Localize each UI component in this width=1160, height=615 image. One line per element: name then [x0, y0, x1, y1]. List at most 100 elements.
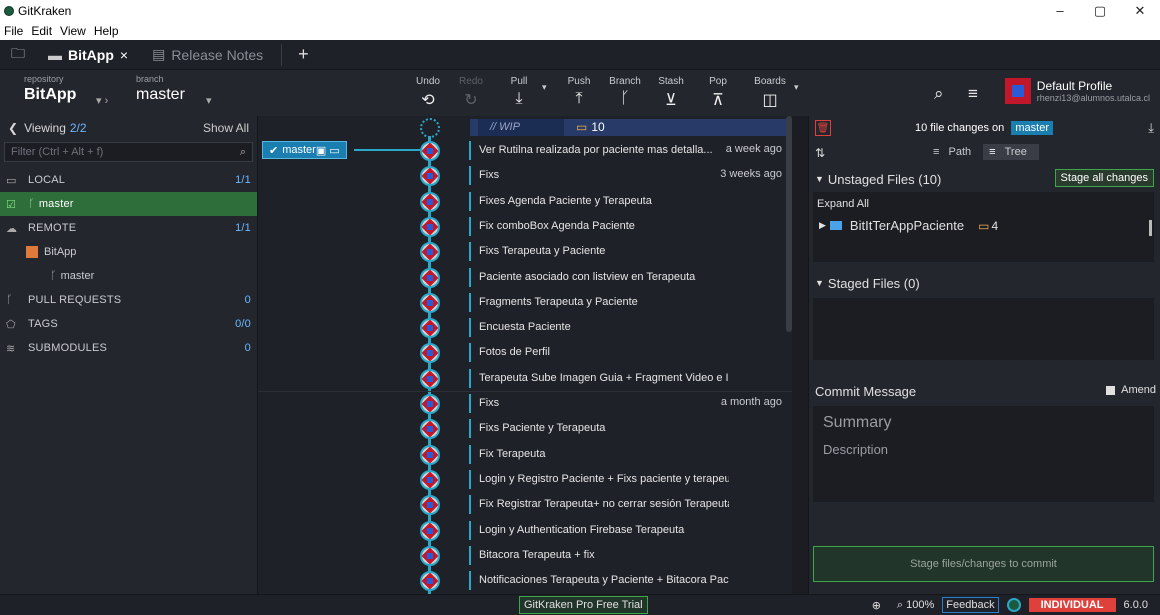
branch-dropdown-icon[interactable]: ▾ [206, 94, 212, 107]
filter-input[interactable]: Filter (Ctrl + Alt + f) ⌕ [4, 142, 253, 162]
add-tab-button[interactable]: + [288, 44, 319, 65]
undo-button[interactable]: Undo ⟲ [408, 76, 448, 110]
branch-icon: ᚴ [620, 90, 630, 107]
branch-glyph-icon: ᚴ [28, 198, 35, 210]
tab-bitapp[interactable]: ▬ BitApp × [36, 40, 140, 70]
viewing-count: 2/2 [69, 121, 87, 135]
boards-button[interactable]: Boards ◫ [750, 76, 790, 110]
branch-selector[interactable]: branch master [136, 74, 185, 104]
section-submodules[interactable]: ≋ SUBMODULES 0 [0, 336, 257, 360]
wip-label: // WIP [490, 121, 520, 133]
folder-name: BitItTerAppPaciente [849, 218, 965, 233]
tab-release-notes[interactable]: ▤ Release Notes [140, 40, 275, 70]
description-input[interactable]: Description [823, 442, 1144, 457]
boards-icon: ◫ [762, 92, 778, 109]
feedback-button[interactable]: Feedback [942, 597, 999, 613]
local-branch-master[interactable]: ☑ ᚴ master [0, 192, 257, 216]
boards-options-icon[interactable]: ▾ [794, 82, 799, 93]
staged-header[interactable]: ▼ Staged Files (0) [809, 270, 1160, 296]
amend-checkbox[interactable]: Amend [1106, 384, 1156, 396]
expand-all-button[interactable]: Expand All [813, 192, 1154, 216]
branch-button[interactable]: Branch ᚴ [605, 76, 645, 108]
wip-message-input[interactable]: // WIP [478, 119, 564, 136]
commit-row[interactable]: Fix Terapeuta [258, 442, 792, 467]
graph-scrollbar[interactable] [786, 116, 792, 332]
search-icon[interactable]: ⌕ [934, 84, 944, 104]
commit-row[interactable]: Fixs a month ago [258, 391, 792, 416]
commit-row[interactable]: ✔ master ▣ ▭ Ver Rutilna realizada por pac… [258, 138, 792, 163]
stage-all-button[interactable]: Stage all changes [1054, 169, 1154, 187]
zoom-indicator[interactable]: ⌕ 100% [897, 599, 934, 612]
repo-dropdown-icon[interactable]: ▾ › [96, 94, 108, 107]
commit-row[interactable]: Login y Authentication Firebase Terapeut… [258, 518, 792, 543]
commit-row[interactable]: Encuesta Paciente [258, 315, 792, 340]
pop-button[interactable]: Pop ⊼ [698, 76, 738, 110]
commit-bar [469, 495, 471, 515]
section-local[interactable]: ▭ LOCAL 1/1 [0, 168, 257, 192]
close-tab-icon[interactable]: × [120, 47, 128, 63]
stash-button[interactable]: Stash ⊻ [651, 76, 691, 110]
viewing-toggle-icon[interactable]: ❮ [8, 121, 18, 135]
commit-row[interactable]: Fixs Terapeuta y Paciente [258, 239, 792, 264]
commit-row[interactable]: Fix Registrar Terapeuta+ no cerrar sesió… [258, 492, 792, 517]
menu-help[interactable]: Help [90, 24, 123, 38]
menu-view[interactable]: View [56, 24, 90, 38]
sort-icon[interactable]: ⇅ [815, 146, 825, 160]
pro-trial-button[interactable]: GitKraken Pro Free Trial [519, 596, 648, 614]
path-view-button[interactable]: ≡ Path [927, 144, 983, 160]
tree-view-button[interactable]: ≡ Tree [983, 144, 1039, 160]
commit-row[interactable]: Fotos de Perfil [258, 340, 792, 365]
section-pull-requests[interactable]: ᚴ PULL REQUESTS 0 [0, 288, 257, 312]
discard-trash-icon[interactable]: 🗑 [815, 120, 831, 136]
hamburger-menu-icon[interactable]: ≡ [968, 84, 978, 104]
unstaged-header[interactable]: ▼ Unstaged Files (10) Stage all changes [809, 166, 1160, 192]
commit-bar [469, 166, 471, 186]
commit-avatar-icon [420, 292, 440, 313]
pull-button[interactable]: Pull ⤓ [499, 76, 539, 108]
menu-edit[interactable]: Edit [27, 24, 56, 38]
wip-row[interactable]: // WIP ▭ 10 [258, 116, 792, 138]
close-window-button[interactable]: ✕ [1120, 0, 1160, 22]
local-count: 1/1 [235, 174, 251, 186]
branch-label-master[interactable]: ✔ master ▣ ▭ [262, 141, 347, 159]
plan-badge[interactable]: INDIVIDUAL [1028, 598, 1116, 612]
commit-time: a week ago [725, 143, 782, 155]
repo-selector[interactable]: repository BitApp [24, 74, 76, 104]
commit-row[interactable]: Login y Registro Paciente + Fixs pacient… [258, 467, 792, 492]
menu-file[interactable]: File [0, 24, 27, 38]
section-remote[interactable]: ☁ REMOTE 1/1 [0, 216, 257, 240]
commit-row[interactable]: Fixs Paciente y Terapeuta [258, 416, 792, 441]
globe-icon[interactable]: ⊕ [872, 599, 881, 612]
changes-text: 10 file changes on [915, 122, 1005, 134]
stage-to-commit-button[interactable]: Stage files/changes to commit [813, 546, 1154, 582]
commit-row[interactable]: Fragments Terapeuta y Paciente [258, 290, 792, 315]
file-changes-icon: ▭ [576, 120, 588, 134]
commit-row[interactable]: Bitacora Terapeuta + fix [258, 543, 792, 568]
pull-options-icon[interactable]: ▾ [542, 82, 547, 93]
checked-icon: ☑ [6, 198, 17, 211]
remote-branch-master[interactable]: ᚴ master [0, 264, 257, 288]
remote-repo-bitapp[interactable]: BitApp [0, 240, 257, 264]
open-repo-folder-icon[interactable]: 🗀 [0, 43, 36, 67]
commit-row[interactable]: Fixes Agenda Paciente y Terapeuta [258, 189, 792, 214]
section-tags[interactable]: ⬠ TAGS 0/0 [0, 312, 257, 336]
commit-bar [469, 520, 471, 540]
download-icon[interactable]: ⤓ [1148, 120, 1154, 136]
summary-input[interactable]: Summary [823, 414, 1144, 432]
commit-row[interactable]: Fix comboBox Agenda Paciente [258, 214, 792, 239]
commit-row[interactable]: Fixs 3 weeks ago [258, 163, 792, 188]
commit-row[interactable]: Terapeuta Sube Imagen Guia + Fragment Vi… [258, 366, 792, 391]
commit-message-box[interactable]: Summary Description [813, 406, 1154, 502]
profile-menu[interactable]: Default Profile rhenzi13@alumnos.utalca.… [1004, 78, 1150, 104]
unstaged-scrollbar[interactable] [1149, 220, 1152, 236]
commit-row[interactable]: Paciente asociado con listview en Terape… [258, 265, 792, 290]
commit-row[interactable]: Notificaciones Terapeuta y Paciente + Bi… [258, 568, 792, 593]
doc-icon: ▤ [152, 46, 166, 62]
maximize-button[interactable]: ▢ [1080, 0, 1120, 22]
show-all-button[interactable]: Show All [203, 121, 249, 135]
remote-avatar-icon [26, 246, 38, 258]
redo-button[interactable]: Redo ↻ [451, 76, 491, 110]
folder-row[interactable]: ▶ BitItTerAppPaciente ▭ 4 [813, 216, 1154, 235]
minimize-button[interactable]: – [1040, 0, 1080, 22]
push-button[interactable]: Push ⤒ [559, 76, 599, 108]
